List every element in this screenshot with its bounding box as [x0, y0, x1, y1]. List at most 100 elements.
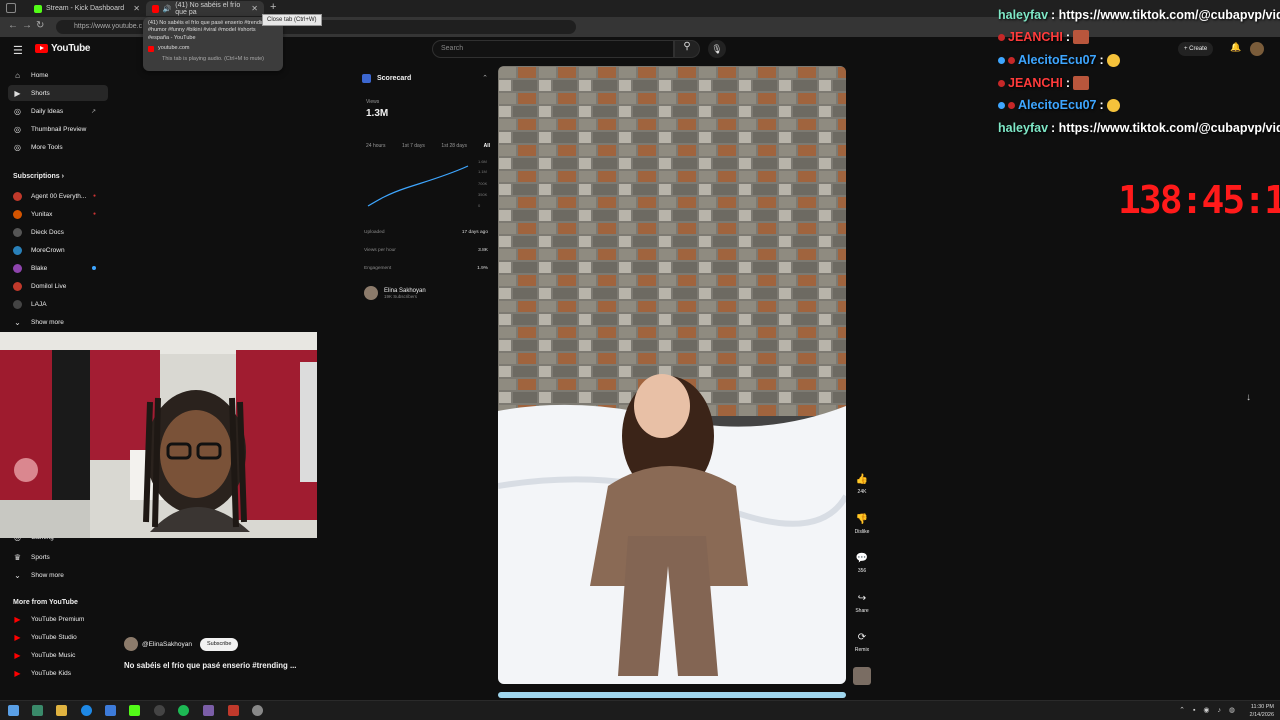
chat-message: JEANCHI : — [998, 30, 1090, 44]
spotify-icon[interactable] — [178, 705, 189, 716]
terminal-icon[interactable] — [32, 705, 43, 716]
subscribe-button[interactable]: Subscribe — [199, 637, 239, 651]
grinning-emoji-icon — [1106, 98, 1120, 112]
sidebar-item-youtube-music[interactable]: ▶ YouTube Music — [8, 647, 108, 663]
dislike-button[interactable]: 👎 Dislike — [848, 512, 876, 535]
search-icon[interactable]: ⚲ — [674, 40, 700, 58]
chat-text: : — [1099, 98, 1104, 112]
comment-count: 356 — [857, 568, 867, 574]
sidebar-item-youtube-premium[interactable]: ▶ YouTube Premium — [8, 611, 108, 627]
channel-avatar — [13, 209, 22, 219]
share-button[interactable]: ↪ Share — [848, 591, 876, 614]
new-tab-icon[interactable]: + — [270, 1, 276, 13]
chat-text: : https://www.tiktok.com/@cubapvp/video — [1051, 121, 1280, 135]
sidebar-item-label: Daily Ideas — [31, 107, 64, 115]
channel-avatar — [13, 227, 22, 237]
sidebar-item-subscription[interactable]: Agent 00 Everyth... ● — [8, 188, 108, 204]
creator-name: Elina Sakhoyan — [384, 287, 426, 294]
short-title[interactable]: No sabéis el frío que pasé enserio #tren… — [124, 661, 296, 670]
sidebar-item-subscription[interactable]: Dieck Docs — [8, 224, 108, 240]
sound-thumbnail[interactable] — [853, 667, 871, 685]
channel-avatar — [13, 191, 22, 201]
remix-button[interactable]: ⟳ Remix — [848, 630, 876, 653]
show-more-button[interactable]: ⌄ Show more — [8, 567, 108, 583]
sidebar-item-daily-ideas[interactable]: ◎ Daily Ideas ↗ — [8, 103, 108, 119]
show-more-button[interactable]: ⌄ Show more — [8, 314, 108, 330]
sidebar-item-subscription[interactable]: Blake — [8, 260, 108, 276]
creator-row[interactable]: Elina Sakhoyan 19K Subscribers — [364, 286, 426, 300]
scorecard-header: Scorecard — [362, 74, 411, 83]
range-tabs: 24 hours 1st 7 days 1st 28 days All — [366, 143, 490, 149]
range-tab[interactable]: 1st 28 days — [441, 143, 467, 149]
windows-start-icon[interactable] — [8, 705, 19, 716]
tab-kick-dashboard[interactable]: Stream - Kick Dashboard ✕ — [28, 1, 146, 16]
video-progress-bar[interactable] — [498, 692, 846, 698]
short-video-player[interactable] — [498, 66, 846, 684]
youtube-favicon-icon — [152, 4, 159, 13]
new-content-dot-icon — [92, 266, 96, 270]
sidebar-item-label: Domilol Live — [31, 282, 67, 290]
sidebar-item-subscription[interactable]: Yunitax ● — [8, 206, 108, 222]
sidebar-item-label: YouTube Premium — [31, 615, 85, 623]
notifications-icon[interactable]: 🔔 — [1230, 42, 1241, 53]
youtube-logo[interactable]: YouTube — [35, 43, 91, 54]
forward-icon[interactable]: → — [22, 20, 32, 31]
create-button[interactable]: + Create — [1178, 42, 1214, 56]
tab-title: Stream - Kick Dashboard — [46, 5, 125, 12]
kick-icon[interactable] — [129, 705, 140, 716]
clock[interactable]: 11:30 PM 2/14/2026 — [1250, 703, 1274, 719]
stat-value: 1.9% — [477, 266, 488, 271]
range-tab-selected[interactable]: All — [484, 143, 490, 149]
subathon-timer: 138:45:18 — [1118, 178, 1280, 222]
chat-text: : — [1065, 76, 1071, 90]
sidebar-item-label: Dieck Docs — [31, 228, 64, 236]
chrome-icon[interactable] — [81, 705, 92, 716]
search-input[interactable]: Search — [432, 40, 674, 58]
folder-icon[interactable] — [56, 705, 67, 716]
account-avatar[interactable] — [1250, 42, 1264, 56]
sidebar-item-thumbnail-preview[interactable]: ◎ Thumbnail Preview — [8, 121, 108, 137]
sidebar-item-more-tools[interactable]: ◎ More Tools — [8, 139, 108, 155]
close-icon[interactable]: ✕ — [133, 4, 140, 13]
range-tab[interactable]: 1st 7 days — [402, 143, 425, 149]
app-icon[interactable] — [252, 705, 263, 716]
sidebar-item-home[interactable]: ⌂ Home — [8, 67, 108, 83]
arrow-down-icon[interactable]: ↓ — [1246, 392, 1251, 403]
app-icon[interactable] — [105, 705, 116, 716]
back-icon[interactable]: ← — [8, 20, 18, 31]
sidebar-item-sports[interactable]: ♛ Sports — [8, 549, 108, 565]
sidebar-item-label: Blake — [31, 264, 48, 272]
range-tab[interactable]: 24 hours — [366, 143, 385, 149]
system-tray-icons[interactable]: ⌃ ▪ ◉ ♪ ◍ — [1179, 706, 1238, 714]
like-button[interactable]: 👍 24K — [848, 472, 876, 495]
sidebar-item-youtube-studio[interactable]: ▶ YouTube Studio — [8, 629, 108, 645]
menu-icon[interactable]: ☰ — [13, 44, 23, 57]
tab-youtube-short[interactable]: 🔊 (41) No sabéis el frío que pa ✕ — [146, 1, 264, 16]
channel-handle[interactable]: @ElinaSakhoyan — [142, 641, 192, 648]
sidebar-item-subscription[interactable]: Domilol Live — [8, 278, 108, 294]
sidebar-item-subscription[interactable]: LAJA — [8, 296, 108, 312]
user-badge-icon — [1008, 56, 1015, 64]
close-icon[interactable]: ✕ — [251, 4, 258, 13]
sidebar-item-youtube-kids[interactable]: ▶ YouTube Kids — [8, 665, 108, 681]
subscriptions-heading[interactable]: Subscriptions › — [13, 173, 64, 180]
chevron-up-icon[interactable]: ⌃ — [482, 74, 488, 82]
speaker-icon[interactable]: 🔊 — [163, 5, 172, 13]
comments-button[interactable]: 💬 356 — [848, 551, 876, 574]
remix-label: Remix — [854, 647, 870, 653]
tab-search-icon[interactable] — [6, 3, 16, 13]
microphone-icon[interactable]: 🎙 — [708, 40, 726, 58]
chat-username: JEANCHI — [1008, 76, 1063, 90]
sidebar-item-subscription[interactable]: MoreCrown — [8, 242, 108, 258]
preview-icon: ◎ — [14, 124, 21, 134]
app-icon[interactable] — [228, 705, 239, 716]
channel-avatar[interactable] — [124, 637, 138, 651]
app-icon[interactable] — [203, 705, 214, 716]
creator-subscribers: 19K Subscribers — [384, 293, 418, 299]
obs-icon[interactable] — [154, 705, 165, 716]
youtube-kids-icon: ▶ — [14, 668, 21, 678]
chat-username: AlecitoEcu07 — [1018, 98, 1097, 112]
reload-icon[interactable]: ↻ — [36, 20, 44, 31]
sidebar-item-shorts[interactable]: ▶ Shorts — [8, 85, 108, 101]
chat-username: haleyfav — [998, 8, 1049, 22]
